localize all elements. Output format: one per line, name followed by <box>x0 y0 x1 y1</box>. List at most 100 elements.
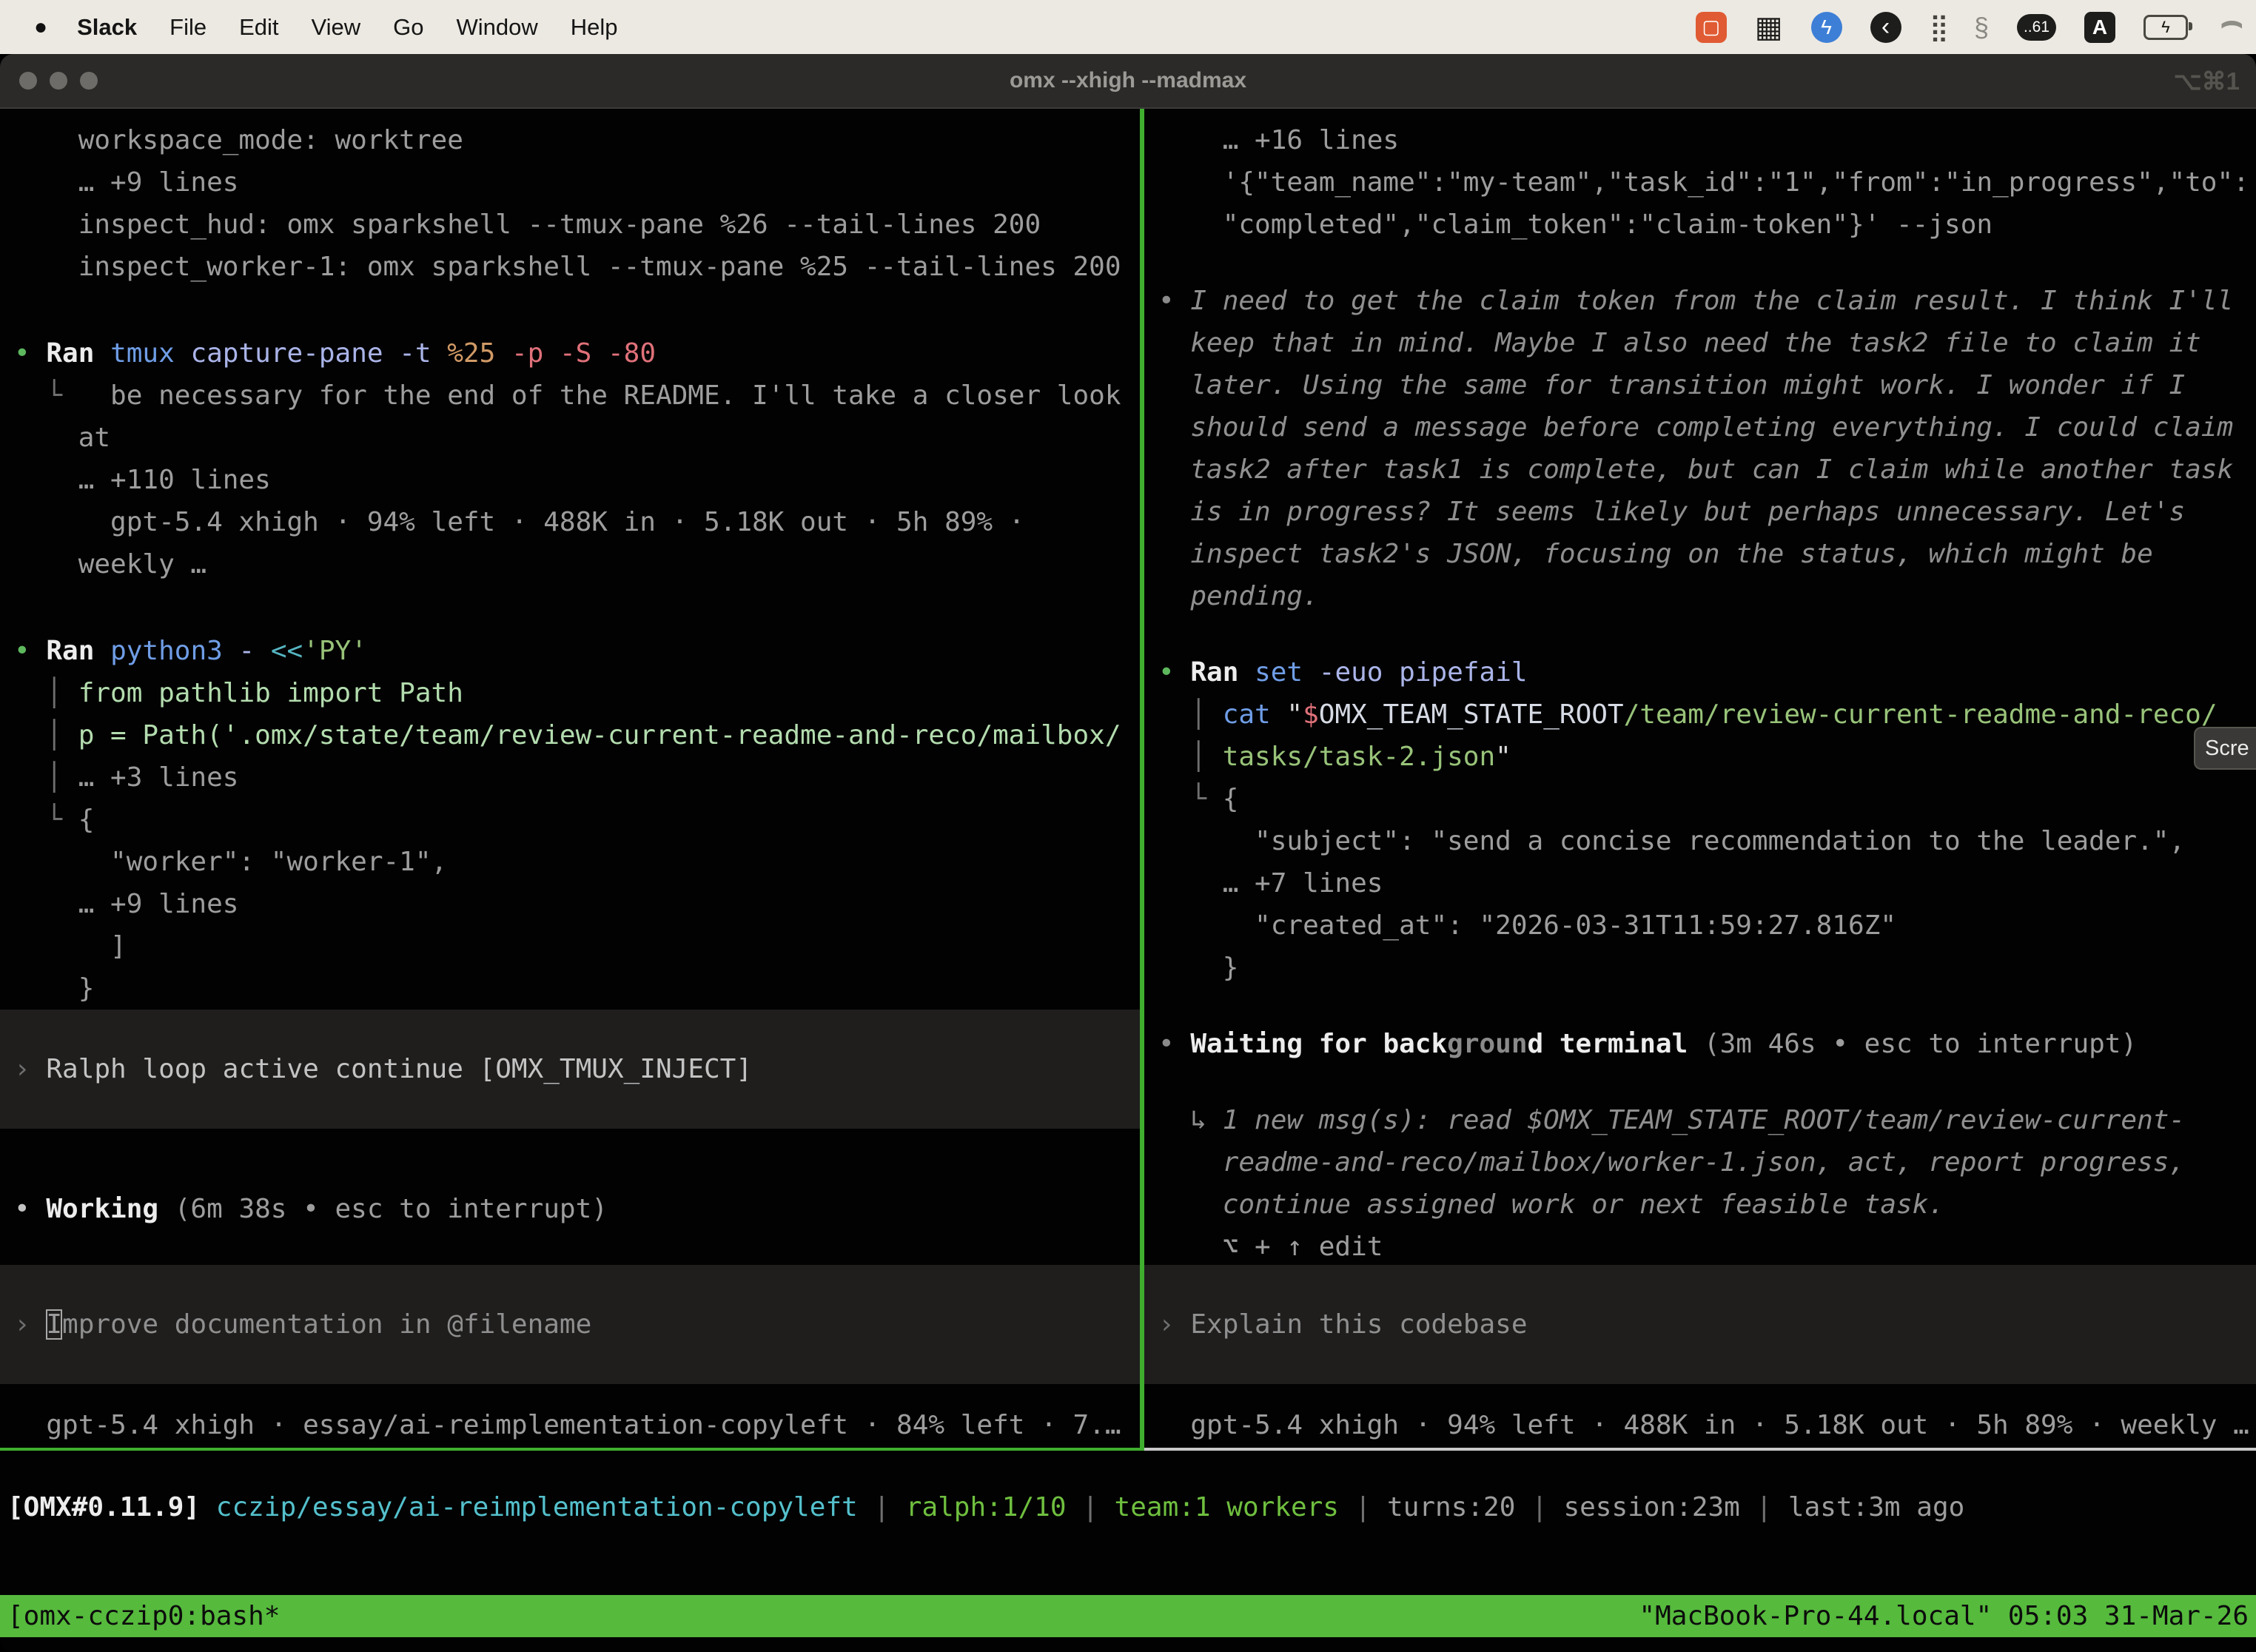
terminal-line: '{"team_name":"my-team","task_id":"1","f… <box>1158 161 2256 204</box>
a-badge-icon[interactable]: A <box>2084 12 2115 43</box>
terminal-line: • Ran set -euo pipefail <box>1158 651 2256 694</box>
left-pane[interactable]: workspace_mode: worktree … +9 lines insp… <box>0 109 1140 1451</box>
tmux-panes: workspace_mode: worktree … +9 lines insp… <box>0 109 2256 1451</box>
tmux-host-time: "MacBook-Pro-44.local" 05:03 31-Mar-26 <box>1639 1601 2249 1631</box>
terminal-line: └ { <box>14 799 1140 841</box>
terminal-line: › Improve documentation in @filename <box>14 1303 591 1346</box>
terminal-line: │ … +3 lines <box>14 756 1140 799</box>
terminal-window: omx --xhigh --madmax ⌥⌘1 workspace_mode:… <box>0 54 2256 1652</box>
terminal-line: … +9 lines <box>14 161 1140 204</box>
menu-item-window[interactable]: Window <box>457 14 538 41</box>
terminal-line <box>14 288 1140 332</box>
left-prompt-input[interactable]: › Improve documentation in @filename <box>0 1265 1140 1384</box>
terminal-line: ↳ 1 new msg(s): read $OMX_TEAM_STATE_ROO… <box>1158 1099 2256 1141</box>
terminal-line: inspect_hud: omx sparkshell --tmux-pane … <box>14 204 1140 246</box>
screen-sharing-overlay[interactable]: Scre <box>2194 727 2256 770</box>
terminal-line: ] <box>14 925 1140 967</box>
menu-item-edit[interactable]: Edit <box>239 14 278 41</box>
terminal-line: continue assigned work or next feasible … <box>1158 1183 2256 1226</box>
right-scrollback: … +16 lines '{"team_name":"my-team","tas… <box>1158 119 2256 1268</box>
battery-charging-icon[interactable]: ϟ <box>2143 15 2188 40</box>
menu-item-help[interactable]: Help <box>571 14 618 41</box>
terminal-line: task2 after task1 is complete, but can I… <box>1158 449 2256 491</box>
menu-item-slack[interactable]: Slack <box>77 14 137 41</box>
right-pane[interactable]: … +16 lines '{"team_name":"my-team","tas… <box>1144 109 2256 1451</box>
menu-status-icons: ▢ ▦ ϟ ‹ ⣿ § ..61 Aϟ))) <box>1696 10 2246 44</box>
window-bottom-strip <box>0 1637 2256 1652</box>
shield-grid-icon[interactable]: ▦ <box>1755 10 1783 44</box>
tmux-status-bar: [omx-cczip0:bash* "MacBook-Pro-44.local"… <box>0 1595 2256 1637</box>
terminal-line: … +7 lines <box>1158 862 2256 904</box>
working-status: • Working (6m 38s • esc to interrupt) <box>14 1188 1140 1230</box>
terminal-line: is in progress? It seems likely but perh… <box>1158 491 2256 533</box>
menu-items: File Edit View Go Window Help <box>169 14 617 41</box>
left-pane-footer: gpt-5.4 xhigh · essay/ai-reimplementatio… <box>0 1404 1140 1446</box>
terminal-line: } <box>14 967 1140 1010</box>
tmux-session-label: [omx-cczip0:bash* <box>7 1601 280 1631</box>
omx-status-area: [OMX#0.11.9] cczip/essay/ai-reimplementa… <box>0 1451 2256 1595</box>
wifi-icon[interactable]: ))) <box>2218 13 2243 42</box>
terminal-line: ⌥ + ↑ edit <box>1158 1226 2256 1268</box>
omx-status-line: [OMX#0.11.9] cczip/essay/ai-reimplementa… <box>7 1486 2256 1528</box>
terminal-line: • Waiting for background terminal (3m 46… <box>1158 1023 2256 1065</box>
terminal-line: "created_at": "2026-03-31T11:59:27.816Z" <box>1158 904 2256 947</box>
bolt-circle-icon[interactable]: ϟ <box>1811 12 1842 43</box>
title-bar[interactable]: omx --xhigh --madmax ⌥⌘1 <box>0 54 2256 109</box>
left-scrollback: workspace_mode: worktree … +9 lines insp… <box>14 119 1140 1010</box>
terminal-line: workspace_mode: worktree <box>14 119 1140 161</box>
terminal-line: "worker": "worker-1", <box>14 841 1140 883</box>
terminal-line: │ from pathlib import Path <box>14 672 1140 714</box>
terminal-line <box>1158 617 2256 651</box>
terminal-line: └ be necessary for the end of the README… <box>14 375 1140 417</box>
terminal: workspace_mode: worktree … +9 lines insp… <box>0 109 2256 1652</box>
terminal-line: gpt-5.4 xhigh · essay/ai-reimplementatio… <box>14 1404 1140 1446</box>
terminal-line: • Ran python3 - <<'PY' <box>14 630 1140 672</box>
terminal-line: } <box>1158 947 2256 989</box>
terminal-line: • Ran tmux capture-pane -t %25 -p -S -80 <box>14 332 1140 375</box>
terminal-line: at <box>14 417 1140 459</box>
chat-app-icon[interactable]: ▢ <box>1696 12 1727 43</box>
terminal-line: │ cat "$OMX_TEAM_STATE_ROOT/team/review-… <box>1158 694 2256 736</box>
terminal-line <box>1158 989 2256 1023</box>
terminal-line: • Working (6m 38s • esc to interrupt) <box>14 1188 1140 1230</box>
terminal-line: keep that in mind. Maybe I also need the… <box>1158 322 2256 364</box>
screen: ● Slack File Edit View Go Window Help ▢ ▦ ϟ ‹ ⣿ §.… <box>0 0 2256 1652</box>
terminal-line: └ { <box>1158 778 2256 820</box>
terminal-line: … +9 lines <box>14 883 1140 925</box>
terminal-line: pending. <box>1158 575 2256 617</box>
terminal-line: gpt-5.4 xhigh · 94% left · 488K in · 5.1… <box>1158 1404 2256 1446</box>
window-shortcut-hint: ⌥⌘1 <box>2174 67 2240 95</box>
badge-61-icon[interactable]: ..61 <box>2017 14 2056 41</box>
clip-icon[interactable]: § <box>1974 12 1989 43</box>
terminal-line: • I need to get the claim token from the… <box>1158 280 2256 322</box>
terminal-line: readme-and-reco/mailbox/worker-1.json, a… <box>1158 1141 2256 1183</box>
terminal-line: "subject": "send a concise recommendatio… <box>1158 820 2256 862</box>
terminal-line: [OMX#0.11.9] cczip/essay/ai-reimplementa… <box>7 1486 2256 1528</box>
terminal-line: weekly … <box>14 543 1140 585</box>
terminal-line: "completed","claim_token":"claim-token"}… <box>1158 204 2256 246</box>
terminal-line: … +110 lines <box>14 459 1140 501</box>
chevron-circle-icon[interactable]: ‹ <box>1870 12 1901 43</box>
terminal-line: … +16 lines <box>1158 119 2256 161</box>
ralph-loop-banner: › Ralph loop active continue [OMX_TMUX_I… <box>0 1010 1140 1129</box>
terminal-line <box>1158 246 2256 280</box>
terminal-line: inspect_worker-1: omx sparkshell --tmux-… <box>14 246 1140 288</box>
terminal-line: │ tasks/task-2.json" <box>1158 736 2256 778</box>
menu-item-go[interactable]: Go <box>393 14 423 41</box>
terminal-line: gpt-5.4 xhigh · 94% left · 488K in · 5.1… <box>14 501 1140 543</box>
menu-item-file[interactable]: File <box>169 14 207 41</box>
apple-menu-icon[interactable]: ● <box>34 15 47 40</box>
right-prompt-input[interactable]: › Explain this codebase <box>1144 1265 2256 1384</box>
terminal-line: later. Using the same for transition mig… <box>1158 364 2256 406</box>
terminal-line: inspect task2's JSON, focusing on the st… <box>1158 533 2256 575</box>
terminal-line: › Ralph loop active continue [OMX_TMUX_I… <box>14 1048 752 1090</box>
terminal-line <box>14 585 1140 630</box>
menu-bar: ● Slack File Edit View Go Window Help ▢ ▦ ϟ ‹ ⣿ §.… <box>0 0 2256 54</box>
right-pane-footer: gpt-5.4 xhigh · 94% left · 488K in · 5.1… <box>1144 1404 2256 1446</box>
terminal-line <box>1158 1065 2256 1099</box>
dots-grid-icon[interactable]: ⣿ <box>1930 12 1946 43</box>
terminal-line: should send a message before completing … <box>1158 406 2256 449</box>
menu-item-view[interactable]: View <box>312 14 361 41</box>
terminal-line: › Explain this codebase <box>1158 1303 1528 1346</box>
window-title: omx --xhigh --madmax <box>0 68 2256 93</box>
